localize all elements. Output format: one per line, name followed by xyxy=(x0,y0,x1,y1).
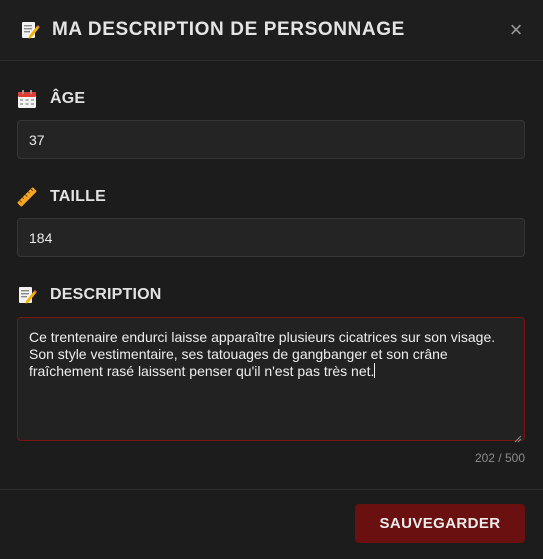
save-button[interactable]: SAUVEGARDER xyxy=(355,504,525,543)
description-label: DESCRIPTION xyxy=(50,286,162,303)
age-input[interactable]: 37 xyxy=(17,120,525,159)
height-input[interactable]: 184 xyxy=(17,218,525,257)
modal-title: MA DESCRIPTION DE PERSONNAGE xyxy=(52,19,405,40)
resize-handle-icon[interactable] xyxy=(514,430,522,443)
character-description-modal: MA DESCRIPTION DE PERSONNAGE × ÂGE 37 TA… xyxy=(0,0,543,559)
height-label-row: TAILLE xyxy=(17,186,525,208)
height-label: TAILLE xyxy=(50,188,107,205)
calendar-icon xyxy=(17,89,37,109)
modal-header: MA DESCRIPTION DE PERSONNAGE × xyxy=(0,0,543,61)
age-label-row: ÂGE xyxy=(17,88,525,110)
ruler-icon xyxy=(17,187,37,207)
modal-footer: SAUVEGARDER xyxy=(0,489,543,559)
close-icon[interactable]: × xyxy=(507,19,525,41)
memo-icon xyxy=(17,285,37,305)
character-counter: 202 / 500 xyxy=(474,451,525,465)
age-label: ÂGE xyxy=(50,90,86,107)
text-caret xyxy=(374,363,376,378)
description-textarea[interactable]: Ce trentenaire endurci laisse apparaître… xyxy=(17,317,525,443)
description-label-row: DESCRIPTION xyxy=(17,284,525,306)
modal-body: ÂGE 37 TAILLE 184 DESCRIPTION Ce trenten… xyxy=(0,88,543,465)
description-text: Ce trentenaire endurci laisse apparaître… xyxy=(29,329,496,379)
memo-icon xyxy=(20,20,40,40)
